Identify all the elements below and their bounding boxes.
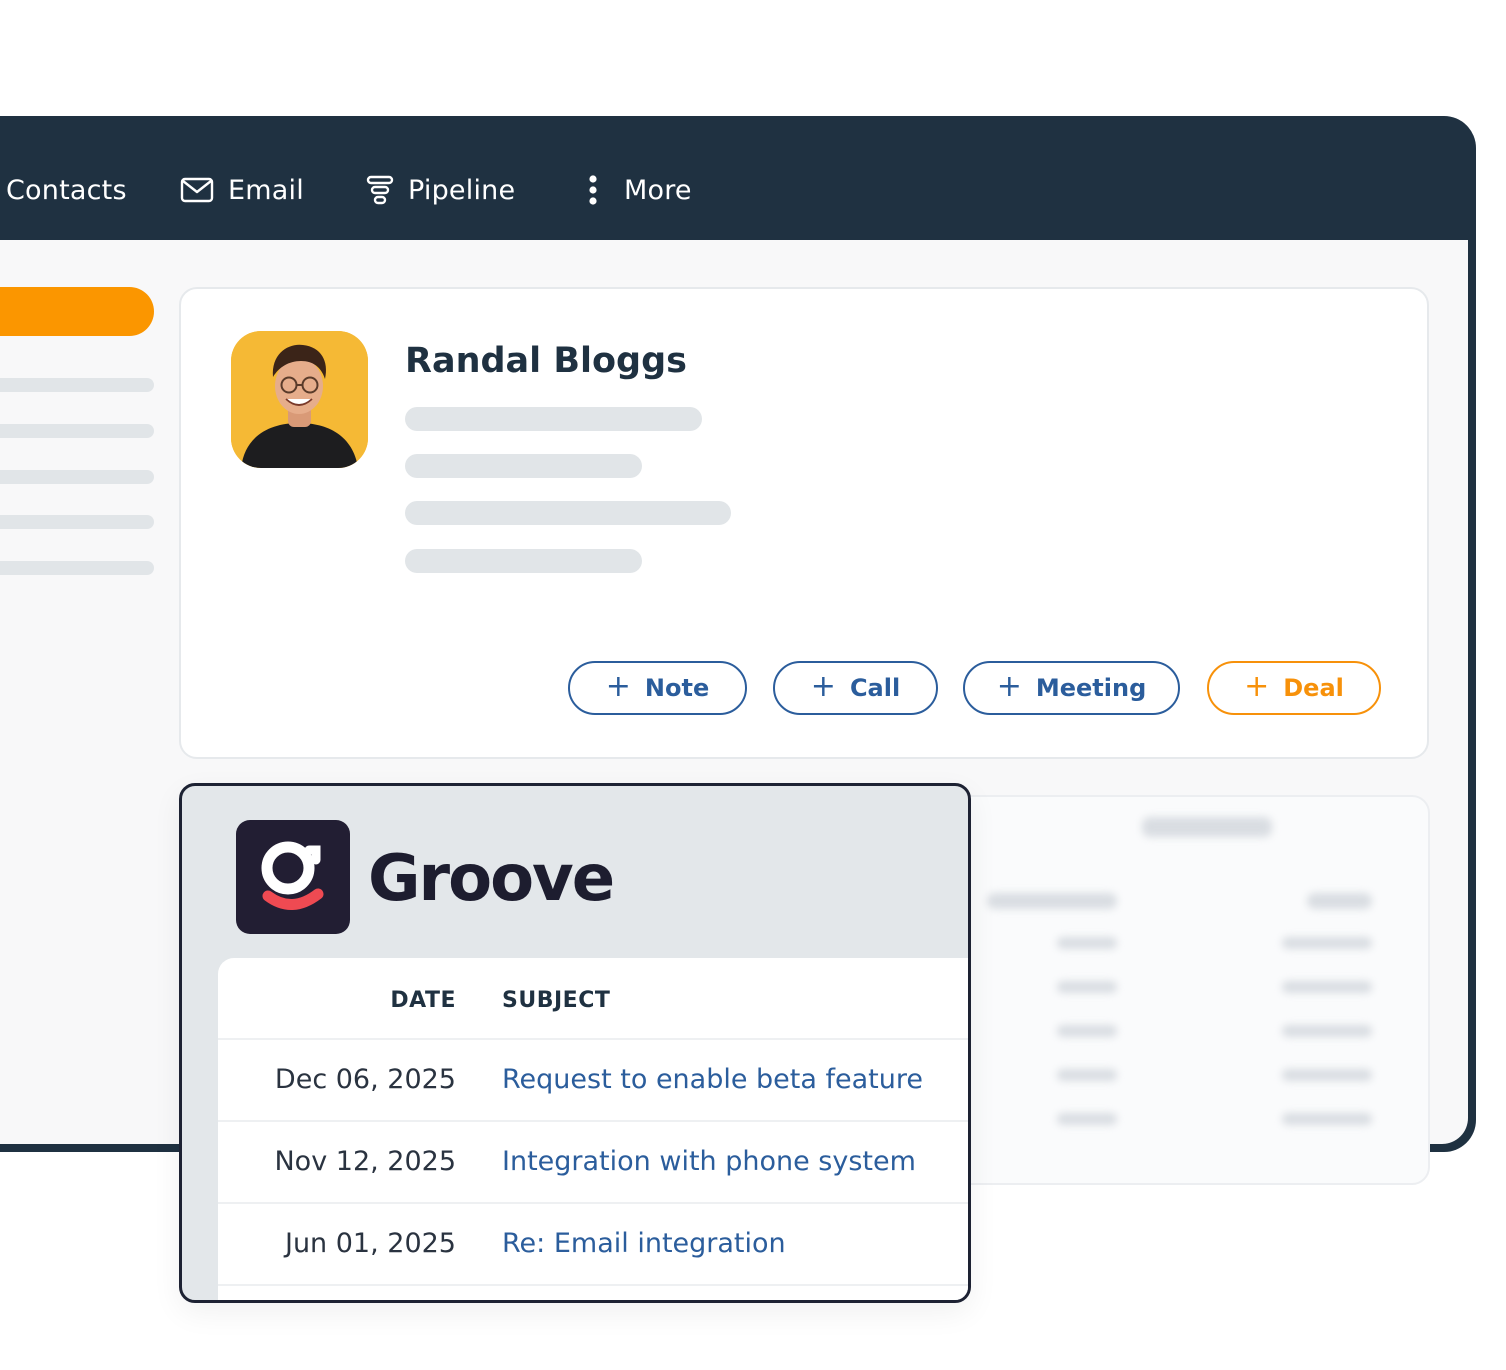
blurred-placeholder [1282,1025,1372,1037]
groove-logo-icon [236,820,350,934]
table-row[interactable]: Jun 01, 2025 Re: Email integration [218,1202,968,1286]
table-row-divider [218,1284,968,1300]
blurred-placeholder [1057,937,1117,949]
detail-placeholder-line [405,454,642,478]
add-meeting-button[interactable]: + Meeting [963,661,1180,715]
ticket-subject-link[interactable]: Re: Email integration [502,1228,786,1259]
ticket-date: Dec 06, 2025 [274,1064,456,1095]
blurred-panel [950,795,1430,1185]
detail-placeholder-line [405,501,731,525]
contact-card: Randal Bloggs + Note + Call + Meeting + … [179,287,1429,759]
column-header-subject: SUBJECT [502,988,611,1013]
ticket-table: DATE SUBJECT Dec 06, 2025 Request to ena… [218,958,968,1300]
blurred-placeholder [1057,1025,1117,1037]
nav-item-contacts[interactable]: Contacts [6,168,127,212]
table-row[interactable]: Nov 12, 2025 Integration with phone syst… [218,1120,968,1204]
button-label: Deal [1283,674,1344,702]
groove-panel: Groove DATE SUBJECT Dec 06, 2025 Request… [179,783,971,1303]
nav-item-label: Contacts [6,174,127,206]
blurred-placeholder [987,893,1117,909]
sidebar-active-item[interactable] [0,287,154,336]
column-header-date: DATE [390,988,456,1013]
detail-placeholder-line [405,549,642,573]
add-deal-button[interactable]: + Deal [1207,661,1381,715]
plus-icon: + [810,668,836,704]
ticket-date: Nov 12, 2025 [274,1146,456,1177]
envelope-icon [180,177,214,203]
detail-placeholder-line [405,407,702,431]
ticket-date: Jun 01, 2025 [284,1228,456,1259]
add-call-button[interactable]: + Call [773,661,938,715]
funnel-icon [366,175,394,205]
plus-icon: + [605,668,631,704]
sidebar-placeholder-line [0,378,154,392]
groove-brand-name: Groove [368,842,615,916]
blurred-placeholder [1057,981,1117,993]
contact-name: Randal Bloggs [405,341,687,381]
blurred-placeholder [1142,817,1272,837]
button-label: Meeting [1035,674,1147,702]
blurred-placeholder [1282,1069,1372,1081]
sidebar-placeholder-line [0,515,154,529]
sidebar-placeholder-line [0,561,154,575]
blurred-placeholder [1282,981,1372,993]
blurred-placeholder [1282,1113,1372,1125]
plus-icon: + [1244,668,1270,704]
button-label: Call [849,674,901,702]
add-note-button[interactable]: + Note [568,661,747,715]
ticket-subject-link[interactable]: Request to enable beta feature [502,1064,923,1095]
table-row[interactable]: Dec 06, 2025 Request to enable beta feat… [218,1038,968,1122]
blurred-placeholder [1282,937,1372,949]
vertical-dots-icon [586,174,600,206]
nav-item-label: Email [228,174,304,206]
blurred-placeholder [1307,893,1372,909]
ticket-subject-link[interactable]: Integration with phone system [502,1146,916,1177]
sidebar-placeholder-line [0,424,154,438]
nav-item-more[interactable]: More [586,168,692,212]
button-label: Note [644,674,710,702]
nav-item-email[interactable]: Email [180,168,304,212]
sidebar-placeholder-line [0,470,154,484]
avatar [231,331,368,468]
nav-item-pipeline[interactable]: Pipeline [366,168,515,212]
plus-icon: + [996,668,1022,704]
blurred-placeholder [1057,1069,1117,1081]
blurred-placeholder [1057,1113,1117,1125]
nav-item-label: Pipeline [408,174,516,206]
nav-item-label: More [624,174,692,206]
